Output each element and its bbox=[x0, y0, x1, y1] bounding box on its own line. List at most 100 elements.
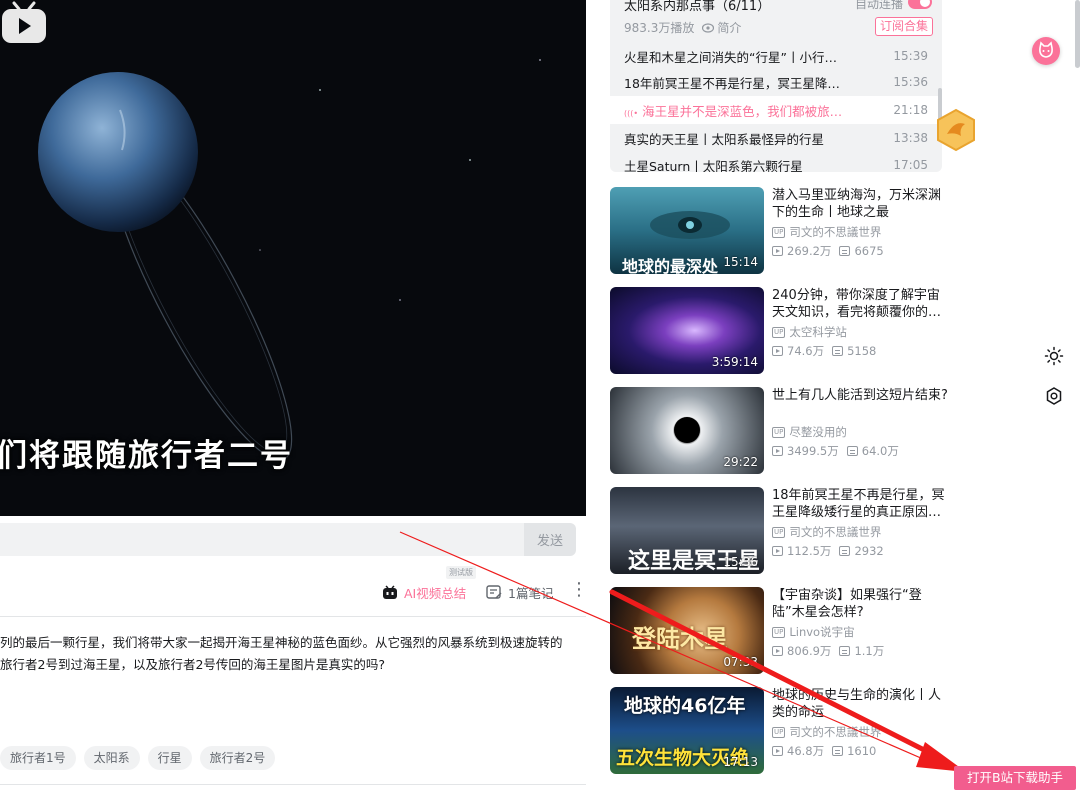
video-stats: 269.2万 6675 bbox=[772, 243, 884, 259]
video-duration: 15:14 bbox=[723, 255, 758, 269]
page-scrollbar[interactable] bbox=[1075, 0, 1080, 68]
tag-item[interactable]: 旅行者1号 bbox=[0, 746, 76, 770]
uploader-name: 司文的不思議世界 bbox=[789, 525, 882, 539]
video-player[interactable]: 们将跟随旅行者二号 bbox=[0, 0, 586, 516]
uploader[interactable]: UP Linvo说宇宙 bbox=[772, 624, 855, 640]
recommended-video[interactable]: 这里是冥王星 15:36 18年前冥王星不再是行星，冥王星降级矮行星的真正原因…… bbox=[610, 487, 950, 575]
video-stats: 112.5万 2932 bbox=[772, 543, 884, 559]
episode-title: 海王星并不是深蓝色，我们都被旅… bbox=[624, 101, 888, 120]
danmaku-count-icon bbox=[839, 546, 851, 556]
view-count: 74.6万 bbox=[787, 344, 825, 358]
robot-icon bbox=[383, 584, 397, 599]
danmaku-count-icon bbox=[839, 246, 851, 256]
beta-badge: 测试版 bbox=[446, 566, 476, 579]
up-icon: UP bbox=[772, 226, 786, 238]
ai-summary-button[interactable]: AI视频总结 bbox=[382, 582, 466, 602]
playlist-episode-active[interactable]: 海王星并不是深蓝色，我们都被旅… 21:18 bbox=[610, 96, 942, 124]
video-thumbnail[interactable]: 这里是冥王星 15:36 bbox=[610, 487, 764, 574]
intro-label: 简介 bbox=[717, 21, 742, 35]
playlist-episode[interactable]: 18年前冥王星不再是行星，冥王星降… 15:36 bbox=[610, 68, 942, 96]
theme-toggle-button[interactable] bbox=[1044, 346, 1064, 366]
uploader-name: 尽整没用的 bbox=[789, 425, 847, 439]
description-line: 旅行者2号到过海王星，以及旅行者2号传回的海王星图片是真实的吗? bbox=[0, 657, 386, 672]
video-thumbnail[interactable]: 登陆木星 07:33 bbox=[610, 587, 764, 674]
up-icon: UP bbox=[772, 626, 786, 638]
recommended-video[interactable]: 登陆木星 07:33 【宇宙杂谈】如果强行“登陆”木星会怎样? UP Linvo… bbox=[610, 587, 950, 675]
playlist-episode[interactable]: 火星和木星之间消失的“行星”丨小行… 15:39 bbox=[610, 42, 942, 70]
uploader[interactable]: UP 司文的不思議世界 bbox=[772, 524, 881, 540]
uploader-name: 司文的不思議世界 bbox=[789, 225, 882, 239]
playlist-views: 983.3万播放 bbox=[624, 21, 695, 35]
up-icon: UP bbox=[772, 526, 786, 538]
playlist-episode[interactable]: 真实的天王星丨太阳系最怪异的行星 13:38 bbox=[610, 124, 942, 152]
settings-button[interactable] bbox=[1044, 386, 1064, 406]
danmaku-send-button[interactable]: 发送 bbox=[524, 523, 576, 556]
thumbnail-caption: 地球的最深处 bbox=[622, 257, 719, 274]
view-count: 806.9万 bbox=[787, 644, 832, 658]
danmaku-count-icon bbox=[839, 646, 851, 656]
danmaku-bar: 发送 bbox=[0, 516, 586, 564]
video-title[interactable]: 【宇宙杂谈】如果强行“登陆”木星会怎样? bbox=[772, 587, 948, 621]
divider bbox=[0, 616, 586, 617]
video-title[interactable]: 地球的历史与生命的演化丨人类的命运 bbox=[772, 687, 948, 721]
autoplay-toggle[interactable] bbox=[908, 0, 932, 9]
download-helper-button[interactable]: 打开B站下载助手 bbox=[954, 766, 1076, 790]
uploader[interactable]: UP 尽整没用的 bbox=[772, 424, 847, 440]
more-options-icon[interactable]: ⋮ bbox=[570, 580, 588, 600]
danmaku-count-icon bbox=[846, 446, 858, 456]
recommended-video[interactable]: 29:22 世上有几人能活到这短片结束? UP 尽整没用的 3499.5万 64… bbox=[610, 387, 950, 475]
video-stats: 806.9万 1.1万 bbox=[772, 643, 884, 659]
eye-icon bbox=[702, 22, 715, 33]
recommended-video[interactable]: 3:59:14 240分钟，带你深度了解宇宙天文知识，看完将颠覆你的… UP 太… bbox=[610, 287, 950, 375]
danmaku-input[interactable] bbox=[0, 523, 524, 556]
thumbnail-caption: 登陆木星 bbox=[632, 625, 728, 653]
play-count-icon bbox=[772, 746, 783, 756]
video-title[interactable]: 世上有几人能活到这短片结束? bbox=[772, 387, 948, 404]
episode-duration: 21:18 bbox=[893, 103, 928, 117]
notes-label: 1篇笔记 bbox=[508, 585, 554, 601]
uploader[interactable]: UP 太空科学站 bbox=[772, 324, 847, 340]
uploader-name: Linvo说宇宙 bbox=[789, 625, 855, 639]
view-count: 46.8万 bbox=[787, 744, 825, 758]
autoplay-label: 自动连播 bbox=[855, 0, 904, 11]
video-thumbnail[interactable]: 29:22 bbox=[610, 387, 764, 474]
video-title[interactable]: 240分钟，带你深度了解宇宙天文知识，看完将颠覆你的… bbox=[772, 287, 948, 321]
cat-helper-button[interactable] bbox=[1032, 37, 1060, 65]
uploader-name: 司文的不思議世界 bbox=[789, 725, 882, 739]
play-count-icon bbox=[772, 346, 783, 356]
video-thumbnail[interactable]: 地球的46亿年 五次生物大灭绝 17:13 bbox=[610, 687, 764, 774]
video-thumbnail[interactable]: 3:59:14 bbox=[610, 287, 764, 374]
danmaku-count: 1610 bbox=[847, 744, 877, 758]
play-count-icon bbox=[772, 246, 783, 256]
danmaku-count: 5158 bbox=[847, 344, 877, 358]
video-duration: 29:22 bbox=[723, 455, 758, 469]
tag-item[interactable]: 行星 bbox=[147, 746, 192, 770]
bee-mascot-button[interactable] bbox=[935, 108, 977, 152]
video-duration: 3:59:14 bbox=[711, 355, 758, 369]
episode-duration: 15:36 bbox=[893, 75, 928, 89]
video-duration: 17:13 bbox=[723, 755, 758, 769]
tag-item[interactable]: 旅行者2号 bbox=[199, 746, 276, 770]
video-duration: 07:33 bbox=[723, 655, 758, 669]
video-description: 列的最后一颗行星，我们将带大家一起揭开海王星神秘的蓝色面纱。从它强烈的风暴系统到… bbox=[0, 632, 590, 676]
description-line: 列的最后一颗行星，我们将带大家一起揭开海王星神秘的蓝色面纱。从它强烈的风暴系统到… bbox=[0, 635, 563, 650]
intro-link[interactable]: 简介 bbox=[702, 19, 741, 36]
video-title[interactable]: 18年前冥王星不再是行星，冥王星降级矮行星的真正原因… bbox=[772, 487, 948, 521]
bilibili-tv-icon bbox=[2, 1, 46, 43]
uploader[interactable]: UP 司文的不思議世界 bbox=[772, 224, 881, 240]
view-count: 3499.5万 bbox=[787, 444, 839, 458]
playlist-episode[interactable]: 土星Saturn丨太阳系第六颗行星 17:05 bbox=[610, 151, 942, 172]
episode-duration: 15:39 bbox=[893, 49, 928, 63]
danmaku-count-icon bbox=[832, 346, 844, 356]
video-stats: 46.8万 1610 bbox=[772, 743, 876, 759]
subscribe-collection-button[interactable]: 订阅合集 bbox=[875, 17, 934, 36]
video-title[interactable]: 潜入马里亚纳海沟，万米深渊下的生命丨地球之最 bbox=[772, 187, 948, 221]
video-thumbnail[interactable]: 地球的最深处 15:14 bbox=[610, 187, 764, 274]
recommended-video[interactable]: 地球的最深处 15:14 潜入马里亚纳海沟，万米深渊下的生命丨地球之最 UP 司… bbox=[610, 187, 950, 275]
notes-button[interactable]: 1篇笔记 bbox=[486, 582, 553, 602]
recommended-video[interactable]: 地球的46亿年 五次生物大灭绝 17:13 地球的历史与生命的演化丨人类的命运 … bbox=[610, 687, 950, 775]
playlist-title[interactable]: 太阳系内那点事（6/11） bbox=[624, 0, 770, 14]
tag-item[interactable]: 太阳系 bbox=[83, 746, 140, 770]
uploader[interactable]: UP 司文的不思議世界 bbox=[772, 724, 881, 740]
up-icon: UP bbox=[772, 426, 786, 438]
